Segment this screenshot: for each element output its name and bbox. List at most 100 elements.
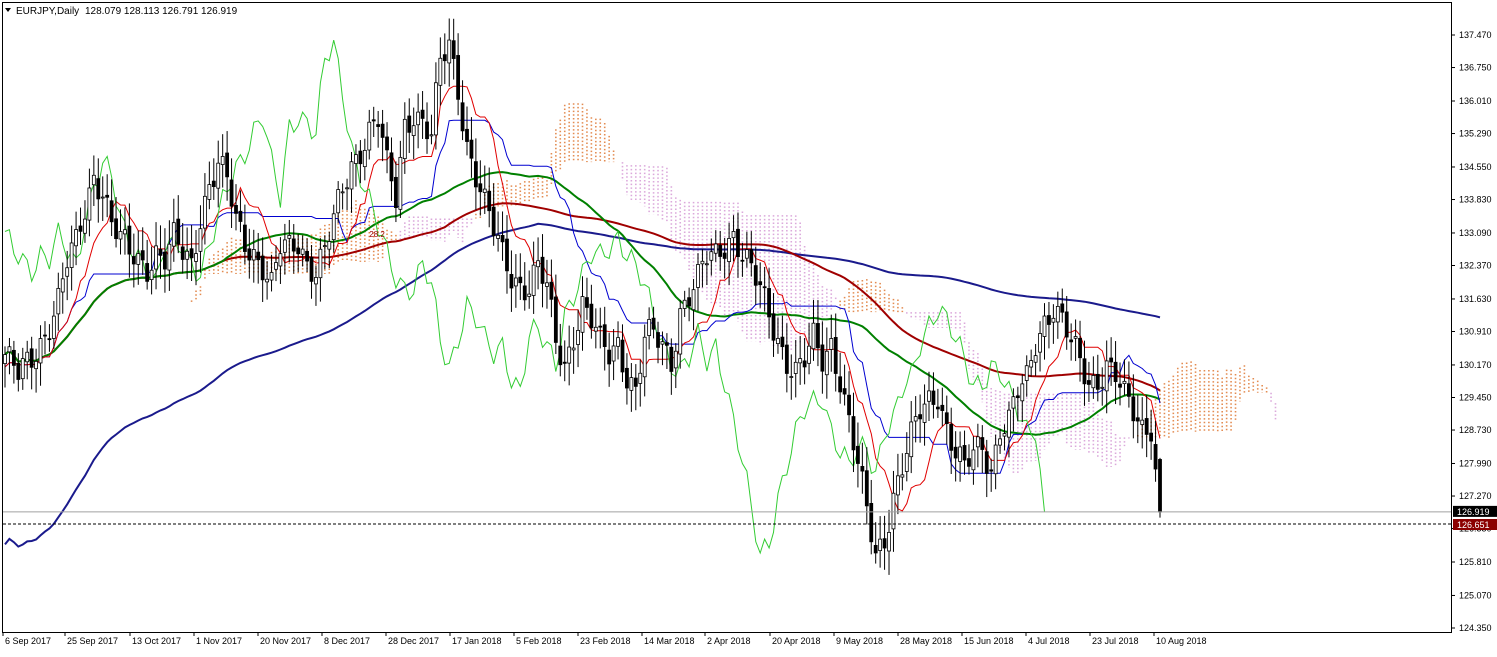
candle-body xyxy=(1131,396,1136,422)
candle-body xyxy=(83,218,87,234)
candle-body xyxy=(180,246,185,260)
candle-body xyxy=(593,326,598,332)
candle-body xyxy=(798,358,803,364)
y-tick-label: 133.830 xyxy=(1459,195,1492,205)
candle-body xyxy=(975,436,980,448)
chart-canvas[interactable]: 28.2 137.470 136.750 136.010 135.290 134.550… xyxy=(0,0,1497,652)
candle-body xyxy=(291,238,296,252)
candle-body xyxy=(354,154,358,164)
candle-body xyxy=(580,296,585,333)
candle-body xyxy=(322,245,327,248)
candle-body xyxy=(482,188,487,193)
x-tick-label: 9 May 2018 xyxy=(836,636,883,646)
candle-body xyxy=(43,334,47,337)
candle-body xyxy=(736,228,740,258)
x-tick-label: 14 Mar 2018 xyxy=(644,636,695,646)
candle-body xyxy=(882,538,887,549)
x-tick-label: 20 Apr 2018 xyxy=(772,636,821,646)
candle-body xyxy=(358,150,363,165)
candle-body xyxy=(367,121,372,151)
candle-body xyxy=(1064,311,1069,338)
candle-body xyxy=(718,245,723,257)
candle-body xyxy=(1135,417,1140,422)
candle-body xyxy=(207,184,212,200)
candle-body xyxy=(487,190,492,212)
price-axis[interactable]: 137.470 136.750 136.010 135.290 134.550 133.8… xyxy=(1451,30,1497,633)
candle-body xyxy=(3,354,7,364)
candle-body xyxy=(802,360,807,368)
x-tick-label: 28 Dec 2017 xyxy=(388,636,439,646)
candle-body xyxy=(260,255,265,281)
candle-body xyxy=(1038,333,1042,353)
candle-body xyxy=(331,213,336,241)
candle-body xyxy=(425,121,429,140)
candle-body xyxy=(287,235,292,239)
candle-body xyxy=(935,406,940,410)
candle-body xyxy=(114,218,118,240)
symbol-label: EURJPY,Daily xyxy=(16,6,79,17)
candle-body xyxy=(460,102,465,132)
candle-body xyxy=(731,231,736,239)
candle-body xyxy=(242,224,247,252)
candle-body xyxy=(673,350,678,369)
candle-body xyxy=(140,250,145,261)
candle-body xyxy=(869,503,874,543)
candle-body xyxy=(256,251,261,261)
candle-body xyxy=(709,251,714,261)
candle-body xyxy=(505,238,509,272)
candle-body xyxy=(87,187,92,221)
candle-body xyxy=(420,109,425,119)
candle-body xyxy=(1055,305,1060,323)
x-tick-label: 10 Aug 2018 xyxy=(1156,636,1207,646)
candle-body xyxy=(225,152,230,178)
candle-body xyxy=(807,345,811,364)
candle-body xyxy=(842,388,847,395)
candle-body xyxy=(984,451,989,474)
candle-body xyxy=(944,412,949,425)
candle-body xyxy=(194,253,198,262)
candle-body xyxy=(1122,380,1127,385)
candle-body xyxy=(1042,315,1047,337)
chart[interactable]: 28.2 137.470 136.750 136.010 135.290 134.550… xyxy=(0,0,1497,652)
candle-body xyxy=(549,281,554,300)
candle-body xyxy=(722,252,727,259)
y-tick-label: 125.070 xyxy=(1459,590,1492,600)
candle-body xyxy=(1149,432,1154,442)
candle-body xyxy=(163,251,167,270)
candle-body xyxy=(376,124,381,127)
y-tick-label: 124.350 xyxy=(1459,623,1492,633)
candle-body xyxy=(171,222,176,247)
candle-body xyxy=(740,259,745,262)
candle-body xyxy=(962,445,967,461)
candle-body xyxy=(509,274,514,289)
candle-body xyxy=(447,39,452,64)
candle-body xyxy=(887,531,891,552)
candle-body xyxy=(1011,396,1016,409)
chart-header: EURJPY,Daily 128.079 128.113 126.791 126… xyxy=(5,6,238,17)
candle-body xyxy=(918,414,923,420)
candle-body xyxy=(651,317,656,330)
candle-body xyxy=(665,342,669,346)
candle-body xyxy=(678,308,683,355)
x-tick-label: 20 Nov 2017 xyxy=(260,636,311,646)
y-tick-label: 130.170 xyxy=(1459,360,1492,370)
candle-body xyxy=(922,403,927,423)
candle-body xyxy=(1113,361,1118,383)
candle-body xyxy=(607,349,612,365)
candle-body xyxy=(949,423,954,451)
candle-body xyxy=(838,376,843,393)
candle-body xyxy=(411,125,416,136)
candle-body xyxy=(1087,380,1091,385)
candle-body xyxy=(60,278,65,293)
time-axis[interactable]: 6 Sep 2017 25 Sep 2017 13 Oct 2017 1 Nov 20… xyxy=(2,632,1207,646)
candle-body xyxy=(851,416,856,451)
candle-body xyxy=(394,176,398,209)
candle-body xyxy=(16,362,21,380)
candle-body xyxy=(784,344,789,374)
candle-body xyxy=(989,469,994,472)
x-tick-label: 6 Sep 2017 xyxy=(5,636,51,646)
candle-body xyxy=(856,445,860,464)
y-tick-label: 128.730 xyxy=(1459,425,1492,435)
candle-body xyxy=(78,225,83,232)
candle-body xyxy=(269,272,274,281)
